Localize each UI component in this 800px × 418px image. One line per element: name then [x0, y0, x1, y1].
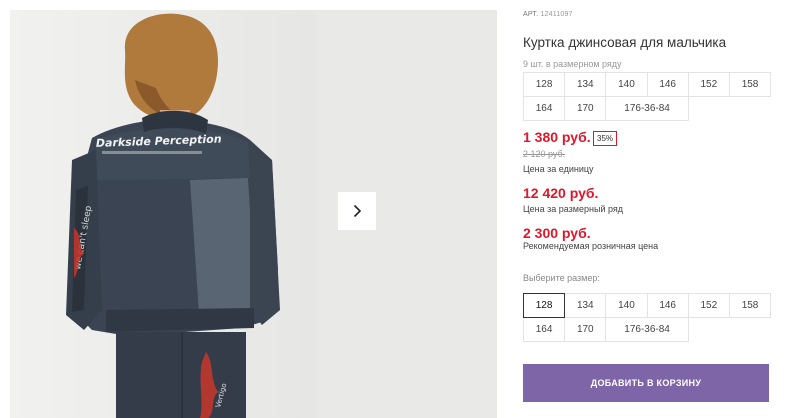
- size-option[interactable]: 170: [564, 317, 607, 342]
- size-option[interactable]: 164: [523, 317, 566, 342]
- size-option[interactable]: 152: [687, 293, 730, 318]
- row-price: 12 420 руб.: [523, 185, 599, 201]
- row-size-cell: 170: [564, 96, 607, 121]
- row-size-cell: 134: [564, 72, 607, 97]
- article-number: АРТ. 12411097: [523, 11, 573, 18]
- size-option[interactable]: 140: [605, 293, 648, 318]
- article-label: АРТ.: [523, 11, 539, 18]
- chevron-right-icon: [353, 204, 362, 218]
- row-size-cell: 176-36-84: [605, 96, 689, 121]
- pieces-in-row-label: 9 шт. в размерном ряду: [523, 59, 622, 69]
- row-price-caption: Цена за размерный ряд: [523, 204, 624, 214]
- unit-price: 1 380 руб.: [523, 129, 591, 145]
- product-title: Куртка джинсовая для мальчика: [523, 35, 727, 50]
- size-option[interactable]: 134: [564, 293, 607, 318]
- discount-badge: 35%: [593, 131, 618, 146]
- old-price: 2 120 руб.: [523, 149, 566, 159]
- size-option[interactable]: 176-36-84: [605, 317, 689, 342]
- row-size-cell: 152: [687, 72, 730, 97]
- row-size-cell: 128: [523, 72, 566, 97]
- gallery-next-button[interactable]: [338, 192, 376, 230]
- row-size-cell: 158: [728, 72, 772, 97]
- size-option[interactable]: 146: [646, 293, 689, 318]
- product-gallery: Darkside Perception we can't sleep Verti…: [0, 0, 497, 418]
- row-size-cell: 146: [646, 72, 689, 97]
- choose-size-label: Выберите размер:: [523, 273, 600, 283]
- retail-price: 2 300 руб.: [523, 225, 591, 241]
- size-option-selected[interactable]: 128: [523, 293, 566, 318]
- size-option[interactable]: 158: [728, 293, 772, 318]
- unit-price-caption: Цена за единицу: [523, 164, 594, 174]
- add-to-cart-button[interactable]: ДОБАВИТЬ В КОРЗИНУ: [523, 364, 769, 402]
- row-size-cell: 140: [605, 72, 648, 97]
- size-row-grid: 128 134 140 146 152 158 164 170 176-36-8…: [523, 72, 772, 121]
- size-selector: 128 134 140 146 152 158 164 170 176-36-8…: [523, 293, 772, 342]
- article-value: 12411097: [540, 11, 573, 18]
- row-size-cell: 164: [523, 96, 566, 121]
- product-photo[interactable]: Darkside Perception we can't sleep Verti…: [10, 10, 316, 418]
- retail-price-caption: Рекомендуемая розничная цена: [523, 241, 659, 251]
- boy-in-denim-jacket-image: Darkside Perception we can't sleep Verti…: [10, 10, 316, 418]
